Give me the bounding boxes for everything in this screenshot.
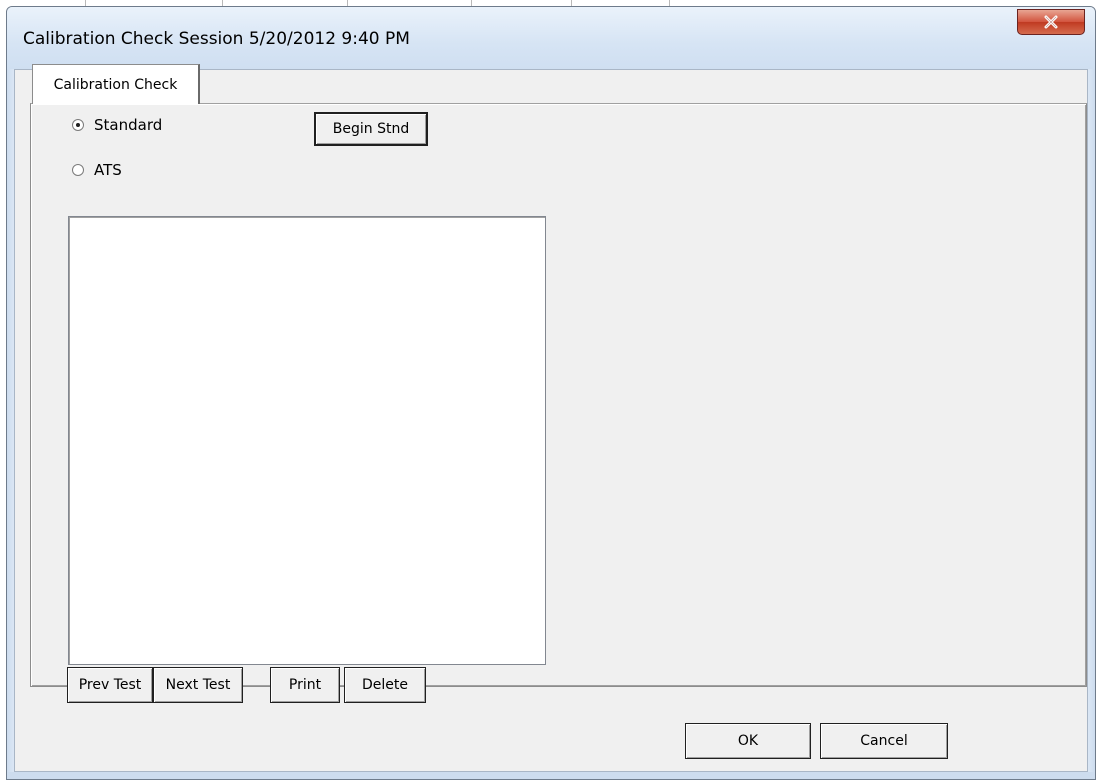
radio-ats-label: ATS: [94, 161, 122, 179]
prev-test-button[interactable]: Prev Test: [67, 667, 153, 703]
close-button[interactable]: [1017, 9, 1085, 35]
ok-button[interactable]: OK: [685, 723, 811, 759]
tab-label: Calibration Check: [53, 76, 178, 93]
cancel-button[interactable]: Cancel: [820, 723, 948, 759]
window-frame-right: [1088, 69, 1095, 779]
radio-indicator-checked[interactable]: [72, 119, 84, 131]
tab-calibration-check[interactable]: Calibration Check: [32, 64, 200, 104]
close-icon: [1044, 15, 1058, 29]
window-frame-left: [7, 69, 14, 779]
print-button[interactable]: Print: [270, 667, 340, 703]
radio-indicator-unchecked[interactable]: [72, 164, 84, 176]
test-results-list[interactable]: [68, 216, 546, 665]
radio-ats[interactable]: ATS: [72, 161, 122, 179]
radio-standard-label: Standard: [94, 116, 163, 134]
radio-standard[interactable]: Standard: [72, 116, 162, 134]
window-title: Calibration Check Session 5/20/2012 9:40…: [23, 29, 410, 49]
delete-button[interactable]: Delete: [344, 667, 426, 703]
next-test-button[interactable]: Next Test: [153, 667, 243, 703]
begin-stnd-button[interactable]: Begin Stnd: [314, 112, 428, 146]
title-bar[interactable]: Calibration Check Session 5/20/2012 9:40…: [7, 7, 1095, 69]
window-frame-bottom: [7, 772, 1095, 779]
